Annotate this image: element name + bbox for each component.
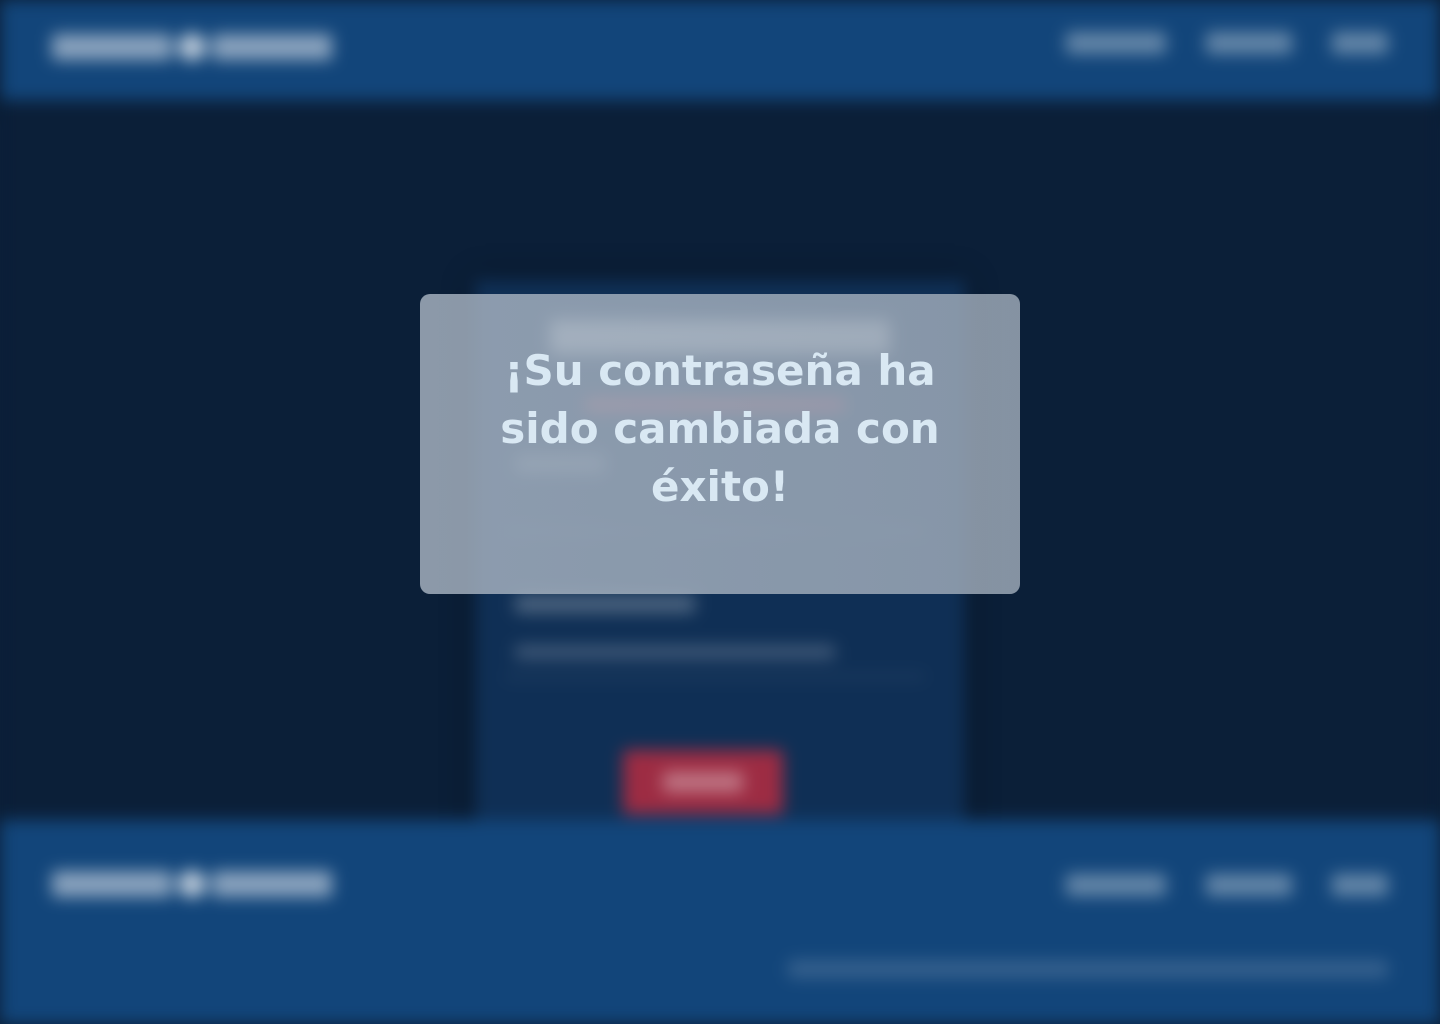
success-modal: ¡Su contraseña ha sido cambiada con éxit… xyxy=(420,294,1020,594)
footer-nav xyxy=(1066,874,1388,896)
success-message: ¡Su contraseña ha sido cambiada con éxit… xyxy=(500,346,940,511)
nav-item[interactable] xyxy=(1332,32,1388,54)
site-logo xyxy=(52,30,332,64)
logo-mark-icon xyxy=(178,33,206,61)
footer-logo xyxy=(52,870,332,898)
footer-nav-item[interactable] xyxy=(1332,874,1388,896)
logo-wordmark-left xyxy=(52,871,172,897)
nav-item[interactable] xyxy=(1066,32,1166,54)
password-field[interactable] xyxy=(515,645,835,659)
submit-button[interactable] xyxy=(623,750,783,814)
logo-mark-icon xyxy=(178,870,206,898)
footer-nav-item[interactable] xyxy=(1066,874,1166,896)
page: ¡Su contraseña ha sido cambiada con éxit… xyxy=(0,0,1440,1024)
submit-button-label xyxy=(663,772,743,792)
nav-item[interactable] xyxy=(1206,32,1292,54)
site-footer xyxy=(0,820,1440,1024)
footer-nav-item[interactable] xyxy=(1206,874,1292,896)
site-header xyxy=(0,0,1440,100)
field-underline xyxy=(505,675,925,678)
logo-wordmark-right xyxy=(212,34,332,60)
field-label xyxy=(515,595,695,613)
footer-copyright xyxy=(788,960,1388,978)
logo-wordmark-left xyxy=(52,34,172,60)
header-nav xyxy=(1066,32,1388,54)
logo-wordmark-right xyxy=(212,871,332,897)
